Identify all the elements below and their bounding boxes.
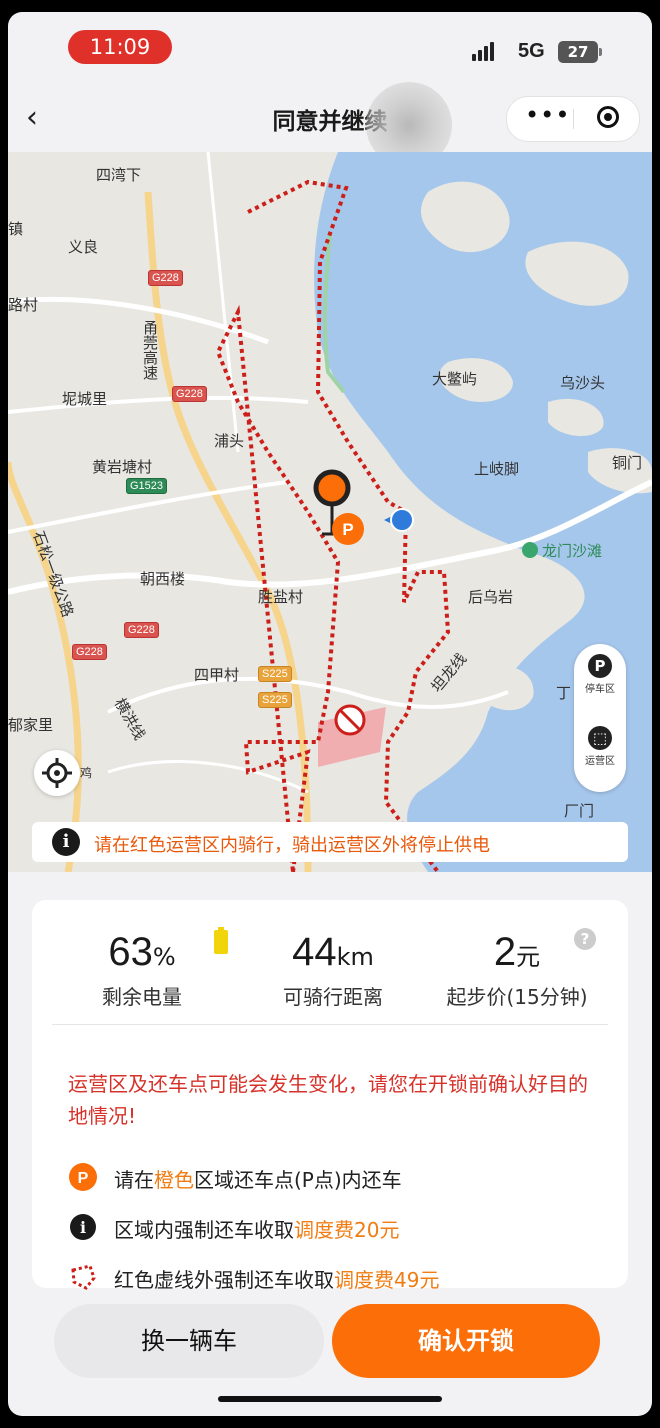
map-label: 镇 <box>8 220 24 238</box>
road-shield: G228 <box>72 644 107 660</box>
stat-value: 2 <box>493 930 517 974</box>
stat-unit: 元 <box>516 943 541 971</box>
ride-info-card: 63% 剩余电量 44km 可骑行距离 2元 起步价(15分钟) ? 运营区及还… <box>32 900 628 1292</box>
road-shield: S225 <box>258 692 292 708</box>
map-label: 四湾下 <box>96 166 142 184</box>
map-label: 厂门 <box>564 802 595 820</box>
map-label: 乌沙头 <box>560 374 606 392</box>
map-label: 铜门 <box>612 454 643 472</box>
map-label: 黄岩塘村 <box>92 458 153 476</box>
rule-text: 区域内强制还车收取调度费20元 <box>114 1218 400 1242</box>
map-label: 大鳖屿 <box>432 370 478 388</box>
map-label: 四甲村 <box>194 666 240 684</box>
stat-label: 起步价(15分钟) <box>446 985 588 1009</box>
map-label: 甬莞高速 <box>141 320 159 380</box>
confirm-unlock-button[interactable]: 确认开锁 <box>332 1304 600 1378</box>
map-label: 义良 <box>68 238 99 256</box>
network-type: 5G <box>518 40 545 62</box>
parking-zone-label: 停车区 <box>585 684 615 695</box>
info-icon: i <box>52 828 80 856</box>
zone-notice: i 请在红色运营区内骑行，骑出运营区外将停止供电 <box>32 822 628 862</box>
change-warning: 运营区及还车点可能会发生变化，请您在开锁前确认好目的地情况! <box>68 1072 588 1128</box>
svg-text:P: P <box>78 1170 89 1187</box>
operating-zone-button[interactable]: ⬚ 运营区 <box>574 726 626 767</box>
map-label: 朝西楼 <box>140 570 186 588</box>
battery-icon <box>214 927 228 954</box>
operating-zone-label: 运营区 <box>585 756 615 767</box>
capsule-divider <box>573 109 574 129</box>
road-shield: G228 <box>124 622 159 638</box>
map-side-buttons: P 停车区 ⬚ 运营区 <box>574 644 626 792</box>
stat-range: 44km 可骑行距离 <box>258 930 408 1010</box>
phone-screen: 11:09 5G 27 ‹ 同意并继续 ••• P 四湾下 镇 义良 路村 甬莞… <box>8 12 652 1416</box>
rule-text: 请在橙色区域还车点(P点)内还车 <box>114 1168 402 1192</box>
stat-value: 44 <box>292 930 337 974</box>
change-bike-button[interactable]: 换一辆车 <box>54 1304 324 1378</box>
rule-text: 红色虚线外强制还车收取调度费49元 <box>114 1268 440 1292</box>
map-label: 后乌岩 <box>468 588 514 606</box>
mini-program-capsule: ••• <box>506 96 640 142</box>
info-icon: i <box>70 1214 96 1240</box>
stat-value: 63 <box>108 930 153 974</box>
stat-label: 剩余电量 <box>102 985 182 1009</box>
map-label: 路村 <box>8 296 39 314</box>
road-shield: G228 <box>148 270 183 286</box>
battery-indicator: 27 <box>558 41 602 63</box>
crosshair-icon <box>42 758 72 788</box>
road-shield: G228 <box>172 386 207 402</box>
locate-button[interactable] <box>34 750 80 796</box>
signal-icon <box>472 42 496 61</box>
map-view[interactable]: P 四湾下 镇 义良 路村 甬莞高速 坭城里 浦头 黄岩塘村 大鳖屿 乌沙头 上… <box>8 152 652 872</box>
map-label: 龙门沙滩 <box>542 542 603 560</box>
parking-zone-button[interactable]: P 停车区 <box>574 654 626 695</box>
close-target-icon[interactable] <box>597 106 619 128</box>
svg-text:i: i <box>80 1218 86 1237</box>
divider <box>52 1024 608 1025</box>
zone-notice-text: 请在红色运营区内骑行，骑出运营区外将停止供电 <box>94 835 490 856</box>
status-bar: 11:09 5G 27 <box>8 12 652 82</box>
map-label: 坭城里 <box>62 390 108 408</box>
road-shield: G1523 <box>126 478 168 494</box>
map-label: 浦头 <box>214 432 245 450</box>
zone-boundary-icon: ⬚ <box>588 726 612 750</box>
stat-battery: 63% 剩余电量 <box>82 930 202 1010</box>
status-time: 11:09 <box>68 30 172 64</box>
stat-unit: km <box>336 943 374 971</box>
svg-text:P: P <box>342 520 353 539</box>
map-label: 丁 <box>556 684 572 702</box>
zone-boundary-icon <box>71 1264 96 1290</box>
parking-icon: P <box>588 654 612 678</box>
parking-icon: P <box>69 1163 97 1191</box>
more-icon[interactable]: ••• <box>525 101 570 129</box>
map-label: 郁家里 <box>8 716 54 734</box>
map-label: 上岐脚 <box>474 460 520 478</box>
map-label: 鸡 <box>80 766 93 780</box>
stat-label: 可骑行距离 <box>283 985 383 1009</box>
stat-unit: % <box>152 943 176 971</box>
home-indicator <box>218 1396 442 1402</box>
map-label: 胜盐村 <box>258 588 304 606</box>
title-bar: ‹ 同意并继续 ••• <box>8 82 652 168</box>
help-icon[interactable]: ? <box>574 928 596 950</box>
road-shield: S225 <box>258 666 292 682</box>
map-canvas: P <box>8 152 652 872</box>
